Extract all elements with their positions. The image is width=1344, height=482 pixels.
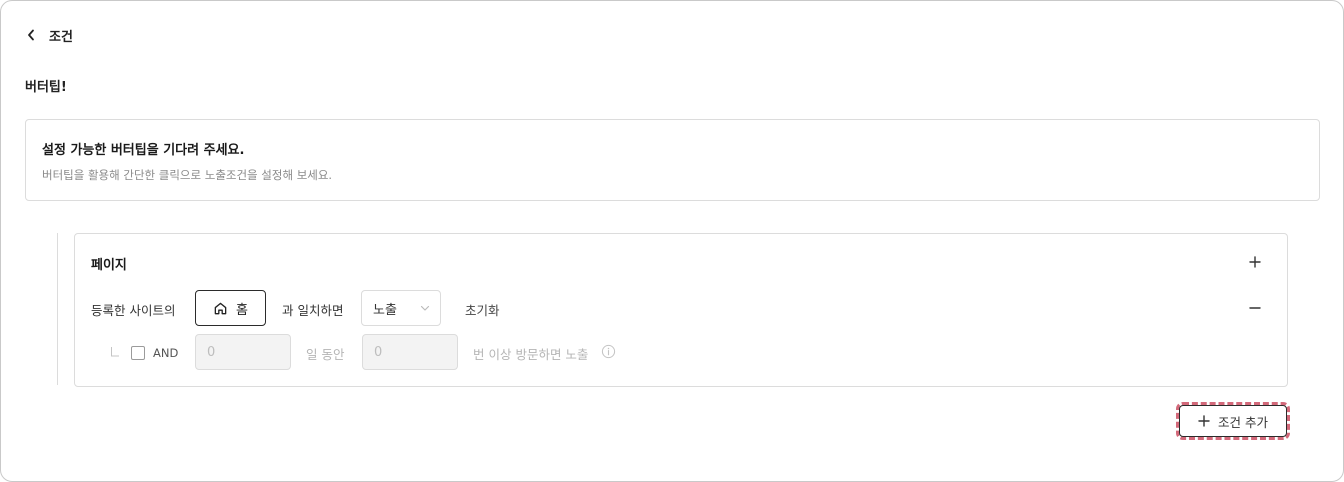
registered-site-label: 등록한 사이트의 <box>91 303 176 318</box>
days-input[interactable] <box>195 334 291 370</box>
add-rule-button[interactable] <box>1245 252 1265 272</box>
days-suffix-label: 일 동안 <box>306 347 345 362</box>
remove-rule-button[interactable] <box>1245 298 1265 318</box>
display-select[interactable]: 노출 <box>361 290 441 326</box>
notice-title: 설정 가능한 버터팁을 기다려 주세요. <box>42 143 245 158</box>
page-title: 조건 <box>49 29 73 45</box>
add-condition-label: 조건 추가 <box>1218 414 1268 430</box>
notice-description: 버터팁을 활용해 간단한 클릭으로 노출조건을 설정해 보세요. <box>42 168 333 182</box>
section-title: 버터팁! <box>25 80 67 95</box>
home-icon <box>214 302 227 314</box>
home-chip-label: 홈 <box>236 302 248 318</box>
visits-suffix-label: 번 이상 방문하면 노출 <box>473 347 589 362</box>
plus-icon <box>1249 256 1261 268</box>
and-label: AND <box>153 346 179 360</box>
minus-icon <box>1249 307 1261 309</box>
back-button[interactable] <box>23 24 39 46</box>
tree-guide-line <box>57 233 58 385</box>
and-checkbox[interactable] <box>131 346 145 360</box>
reset-button[interactable]: 초기화 <box>465 300 500 319</box>
tree-corner-icon <box>111 347 119 357</box>
condition-title: 페이지 <box>91 258 127 273</box>
match-label: 과 일치하면 <box>282 303 344 318</box>
page-condition-card: 페이지 등록한 사이트의 홈 과 일치하면 노출 초기화 AND 0 일 동안 … <box>74 233 1288 387</box>
chevron-left-icon <box>28 29 34 41</box>
header: 조건 <box>23 23 73 47</box>
info-icon[interactable] <box>601 344 616 359</box>
condition-panel: 조건 버터팁! 설정 가능한 버터팁을 기다려 주세요. 버터팁을 활용해 간단… <box>0 0 1344 482</box>
notice-box: 설정 가능한 버터팁을 기다려 주세요. 버터팁을 활용해 간단한 클릭으로 노… <box>25 119 1320 201</box>
chevron-down-icon <box>420 305 430 311</box>
visits-input[interactable] <box>362 334 458 370</box>
home-chip-button[interactable]: 홈 <box>195 290 266 326</box>
add-condition-button[interactable]: 조건 추가 <box>1179 405 1287 437</box>
plus-icon <box>1198 415 1210 427</box>
display-select-value: 노출 <box>373 302 397 318</box>
